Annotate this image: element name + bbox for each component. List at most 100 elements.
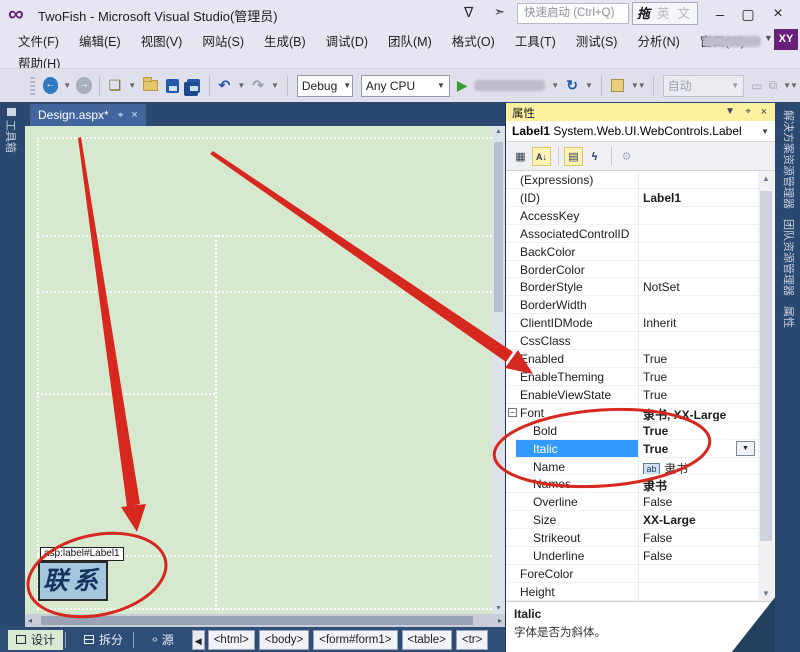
menu-item-文件F[interactable]: 文件(F) — [8, 28, 69, 50]
property-row-clientidmode[interactable]: − ClientIDMode Inherit — [506, 314, 758, 332]
new-file-button[interactable]: ❏ — [109, 77, 122, 94]
value-dropdown-button[interactable]: ▼ — [736, 441, 755, 456]
breadcrumb-tag[interactable]: <tr> — [456, 630, 488, 650]
tab-design[interactable]: 设计 — [8, 630, 63, 650]
account-avatar[interactable]: XY — [774, 29, 798, 50]
property-value[interactable] — [641, 296, 756, 313]
toolbar-overflow-icon[interactable]: ▼▼ — [631, 81, 645, 90]
alphabetical-button[interactable]: A↓ — [532, 147, 551, 166]
property-value[interactable]: 隶书, XX-Large — [641, 404, 756, 421]
pin-icon[interactable]: ⌖ — [745, 106, 751, 117]
menu-item-格式O[interactable]: 格式(O) — [442, 28, 505, 50]
object-selector[interactable]: Label1 System.Web.UI.WebControls.Label ▼ — [506, 121, 775, 142]
back-dropdown-icon[interactable]: ▼ — [63, 81, 71, 90]
property-row-strikeout[interactable]: − Strikeout False — [506, 529, 758, 547]
property-row-italic[interactable]: − Italic True ▼ — [506, 440, 758, 458]
tag-nav-left-icon[interactable]: ◀ — [192, 630, 205, 650]
property-value[interactable]: 隶书 — [641, 475, 756, 492]
property-row-enableviewstate[interactable]: − EnableViewState True — [506, 386, 758, 404]
menu-item-生成B[interactable]: 生成(B) — [254, 28, 316, 50]
document-tab-design-aspx[interactable]: Design.aspx* ⌖ × — [30, 104, 146, 126]
pin-icon[interactable]: ⌖ — [118, 110, 124, 121]
close-button[interactable]: × — [765, 3, 791, 25]
property-value[interactable] — [641, 565, 756, 582]
property-row-borderwidth[interactable]: − BorderWidth — [506, 296, 758, 314]
tab-split[interactable]: 拆分 — [76, 630, 131, 650]
sidebar-tab[interactable]: 解决方案资源管理器 — [781, 110, 797, 209]
minimize-button[interactable]: – — [707, 3, 733, 25]
property-value[interactable] — [641, 583, 756, 600]
property-value[interactable]: XX-Large — [641, 511, 756, 528]
property-row-bold[interactable]: − Bold True — [506, 422, 758, 440]
property-value[interactable]: True — [641, 368, 756, 385]
window-position-icon[interactable]: ▼ — [725, 106, 735, 117]
menu-item-网站S[interactable]: 网站(S) — [192, 28, 254, 50]
scroll-down-icon[interactable]: ▼ — [758, 589, 774, 598]
menu-item-工具T[interactable]: 工具(T) — [505, 28, 566, 50]
property-value[interactable]: False — [641, 493, 756, 510]
navigate-back-button[interactable]: ← — [43, 77, 59, 94]
property-row-names[interactable]: − Names 隶书 — [506, 475, 758, 493]
sidebar-tab[interactable]: 属性 — [781, 306, 797, 328]
property-row-underline[interactable]: − Underline False — [506, 547, 758, 565]
property-row-associatedcontrolid[interactable]: − AssociatedControlID — [506, 225, 758, 243]
property-pages-button[interactable]: ⚙ — [617, 147, 636, 166]
property-row-bordercolor[interactable]: − BorderColor — [506, 261, 758, 279]
menu-item-调试D[interactable]: 调试(D) — [316, 28, 378, 50]
property-row-accesskey[interactable]: − AccessKey — [506, 207, 758, 225]
undo-button[interactable]: ↶ — [219, 77, 231, 94]
property-row-size[interactable]: − Size XX-Large — [506, 511, 758, 529]
close-icon[interactable]: × — [761, 106, 767, 118]
events-button[interactable]: ϟ — [585, 147, 604, 166]
account-chevron-down-icon[interactable]: ▼ — [764, 33, 773, 43]
sidebar-tab-toolbox[interactable]: 工具箱 — [3, 108, 19, 153]
navigate-forward-button[interactable]: → — [76, 77, 92, 94]
maximize-button[interactable]: ▢ — [735, 3, 761, 25]
property-value[interactable]: True — [641, 386, 756, 403]
menu-item-测试S[interactable]: 测试(S) — [566, 28, 628, 50]
property-row-borderstyle[interactable]: − BorderStyle NotSet — [506, 278, 758, 296]
new-file-dropdown-icon[interactable]: ▼ — [128, 81, 136, 90]
ime-indicator[interactable]: 拖 英 文 — [632, 2, 698, 25]
property-row-forecolor[interactable]: − ForeColor — [506, 565, 758, 583]
property-row-name[interactable]: − Name ab隶书 — [506, 458, 758, 476]
send-feedback-icon[interactable]: ➣ — [494, 4, 505, 20]
property-value[interactable]: True — [641, 422, 756, 439]
property-row-id[interactable]: − (ID) Label1 — [506, 189, 758, 207]
menu-item-编辑E[interactable]: 编辑(E) — [69, 28, 131, 50]
property-row-height[interactable]: − Height — [506, 583, 758, 601]
property-row-enabled[interactable]: − Enabled True — [506, 350, 758, 368]
property-row-backcolor[interactable]: − BackColor — [506, 243, 758, 261]
toolbar-overflow2-icon[interactable]: ▼▼ — [783, 81, 797, 90]
find-in-files-icon[interactable] — [611, 79, 624, 92]
start-debugging-button[interactable]: ▶ — [457, 77, 468, 94]
properties-scrollbar[interactable]: ▲ ▼ — [758, 171, 774, 601]
breadcrumb-tag[interactable]: <body> — [259, 630, 309, 650]
menu-item-视图V[interactable]: 视图(V) — [131, 28, 193, 50]
property-row-font[interactable]: − Font 隶书, XX-Large — [506, 404, 758, 422]
breadcrumb-tag[interactable]: <table> — [402, 630, 452, 650]
scroll-up-icon[interactable]: ▲ — [758, 174, 774, 183]
property-value[interactable]: Label1 — [641, 189, 756, 206]
open-file-button[interactable] — [143, 80, 158, 91]
property-row-overline[interactable]: − Overline False — [506, 493, 758, 511]
quick-launch-input[interactable]: 快速启动 (Ctrl+Q) — [517, 3, 629, 24]
designer-vertical-scrollbar[interactable]: ▲ ▼ — [492, 126, 505, 614]
property-row-enabletheming[interactable]: − EnableTheming True — [506, 368, 758, 386]
menu-item-团队M[interactable]: 团队(M) — [378, 28, 442, 50]
refresh-button[interactable]: ↻ — [566, 77, 578, 94]
property-value[interactable]: NotSet — [641, 278, 756, 295]
toolbar-grip[interactable] — [30, 77, 35, 95]
property-value[interactable] — [641, 225, 756, 242]
property-value[interactable] — [641, 261, 756, 278]
property-value[interactable] — [641, 332, 756, 349]
redo-dropdown-icon[interactable]: ▼ — [271, 81, 279, 90]
property-value[interactable] — [641, 171, 756, 188]
sidebar-tab[interactable]: 团队资源管理器 — [781, 219, 797, 296]
label1-control[interactable]: 联系 — [38, 561, 108, 601]
property-row-expressions[interactable]: − (Expressions) — [506, 171, 758, 189]
solution-platform-select[interactable]: Any CPU▼ — [361, 75, 450, 97]
save-all-button[interactable] — [187, 79, 200, 93]
save-button[interactable] — [166, 79, 179, 93]
breadcrumb-tag[interactable]: <form#form1> — [313, 630, 397, 650]
